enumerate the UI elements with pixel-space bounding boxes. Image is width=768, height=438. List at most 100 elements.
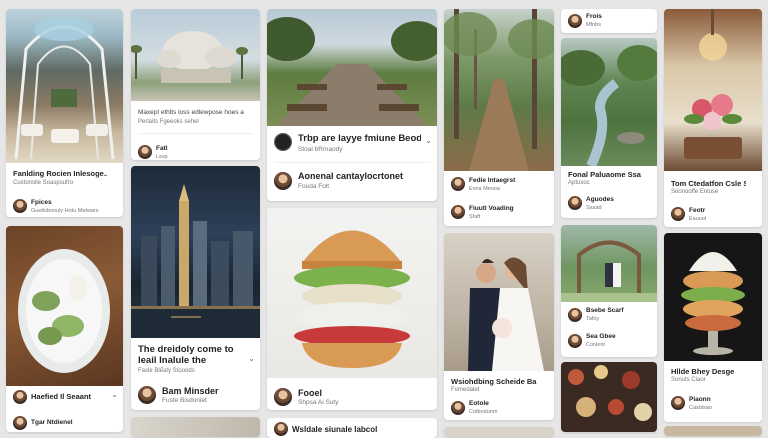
pin-title: Hllde Bhey Desge bbox=[671, 367, 735, 376]
user-name[interactable]: Wsldale siunale labcol bbox=[292, 425, 377, 434]
pin-image-stream[interactable] bbox=[561, 38, 657, 166]
avatar[interactable] bbox=[451, 401, 465, 415]
pin-card-city[interactable]: The dreidoly come to leail Inalule the c… bbox=[131, 166, 260, 410]
pin-card-partial-col3[interactable]: Wsldale siunale labcol bbox=[267, 418, 437, 438]
user-name[interactable]: Frois bbox=[586, 13, 602, 20]
pin-title: Fonal Paluaome Ssastion bbox=[568, 170, 641, 179]
avatar[interactable] bbox=[274, 172, 292, 190]
user-name[interactable]: Eotole bbox=[469, 400, 489, 407]
pin-card-path[interactable]: Fedie Intaegrst Evna Meooa Fiuutl Voadin… bbox=[444, 9, 554, 226]
user-name[interactable]: Feotr bbox=[689, 207, 705, 214]
avatar[interactable] bbox=[671, 396, 685, 410]
user-subtitle: Conlent bbox=[586, 342, 605, 348]
avatar[interactable] bbox=[13, 390, 27, 404]
pin-card-gazebo[interactable]: Bsebe Scarf Tafoy Sea Gbee Conlent bbox=[561, 225, 657, 357]
avatar[interactable] bbox=[274, 133, 292, 151]
avatar[interactable] bbox=[568, 14, 582, 28]
pin-card-charcuterie[interactable] bbox=[561, 362, 657, 432]
pin-subtitle: Soonooffe Enluse bbox=[671, 189, 719, 195]
pin-title: Trbp are layye fmiune Beoder bbox=[298, 133, 421, 144]
user-name[interactable]: Fooel bbox=[298, 388, 322, 398]
more-options-icon[interactable]: ⌄ bbox=[111, 390, 118, 399]
avatar[interactable] bbox=[568, 308, 582, 322]
avatar[interactable] bbox=[451, 205, 465, 219]
pin-title: Fanlding Rocien Inlesoge... bbox=[13, 169, 107, 178]
avatar[interactable] bbox=[13, 416, 27, 430]
user-subtitle: Guetlsboouly Hotu Metwars bbox=[31, 208, 99, 214]
pin-image-burger[interactable] bbox=[267, 208, 437, 378]
pin-subtitle: Custonslle Soaspsufro bbox=[13, 180, 74, 186]
pin-card-bouquet[interactable]: Tom Ctedatfon Csle Ssaisfy... Soonooffe … bbox=[664, 9, 762, 227]
user-subtitle: Evna Meooa bbox=[469, 186, 500, 192]
more-options-icon[interactable]: ⌄ bbox=[248, 354, 255, 363]
pin-card-hall[interactable]: Fanlding Rocien Inlesoge... Custonslle S… bbox=[6, 9, 123, 217]
pin-card-dessert[interactable]: Hllde Bhey Desge Sonuts Ciaor Piaonn Cas… bbox=[664, 233, 762, 422]
user-subtitle: Eauuol bbox=[689, 216, 707, 222]
pin-image-hall[interactable] bbox=[6, 9, 123, 163]
avatar[interactable] bbox=[671, 207, 685, 221]
avatar[interactable] bbox=[274, 388, 292, 406]
pin-subtitle: Aptuxoc bbox=[568, 180, 590, 186]
pin-image-charcuterie[interactable] bbox=[561, 362, 657, 432]
user-name[interactable]: Aguodes bbox=[586, 196, 614, 203]
avatar[interactable] bbox=[138, 386, 156, 404]
avatar[interactable] bbox=[451, 177, 465, 191]
avatar[interactable] bbox=[568, 334, 582, 348]
avatar[interactable] bbox=[138, 145, 152, 159]
user-name[interactable]: Sea Gbee bbox=[586, 333, 616, 340]
pin-image-path[interactable] bbox=[444, 9, 554, 171]
pin-card-partial-col2[interactable] bbox=[131, 417, 260, 437]
avatar[interactable] bbox=[568, 196, 582, 210]
pin-image-partial[interactable] bbox=[664, 426, 762, 436]
user-subtitle: Fuste Bisdoniet bbox=[162, 397, 207, 404]
more-options-icon[interactable]: ⌄ bbox=[425, 136, 432, 145]
path-illustration bbox=[444, 9, 554, 171]
hall-illustration bbox=[14, 17, 115, 160]
pin-card-boardwalk[interactable]: Trbp are layye fmiune Beoder ⌄ Stoal bRm… bbox=[267, 9, 437, 201]
pin-card-burger[interactable]: Fooel Shpsa Ai Suty bbox=[267, 208, 437, 410]
pin-image-city[interactable] bbox=[131, 166, 260, 338]
bouquet-illustration bbox=[684, 9, 742, 159]
pin-title: Maxepl ethlts loss edlewpose hoes aad bbox=[138, 109, 244, 116]
user-name[interactable]: Aonenal cantaylocrtonet bbox=[298, 171, 403, 181]
pin-title: Haefied Il Seaant bbox=[31, 392, 92, 401]
gazebo-illustration bbox=[561, 240, 657, 302]
pin-card-partial-col6[interactable] bbox=[664, 426, 762, 436]
burger-illustration bbox=[294, 230, 410, 368]
pin-image-dessert[interactable] bbox=[664, 233, 762, 361]
user-subtitle: Cotbodunm bbox=[469, 409, 498, 415]
user-subtitle: Casblsao bbox=[689, 405, 712, 411]
pin-image-boardwalk[interactable] bbox=[267, 9, 437, 126]
avatar[interactable] bbox=[274, 422, 288, 436]
user-subtitle: Ssaad bbox=[586, 205, 602, 211]
pin-image-food-plate[interactable] bbox=[6, 226, 123, 386]
pin-title: Tom Ctedatfon Csle Ssaisfy... bbox=[671, 179, 746, 188]
pin-image-partial[interactable] bbox=[131, 417, 260, 437]
user-name[interactable]: Fedie Intaegrst bbox=[469, 177, 515, 184]
user-subtitle: Mfnbs bbox=[586, 22, 601, 28]
pin-card-dome[interactable]: Maxepl ethlts loss edlewpose hoes aad Pe… bbox=[131, 9, 260, 160]
divider bbox=[274, 162, 430, 163]
avatar[interactable] bbox=[13, 199, 27, 213]
pin-card-profile-top[interactable]: Frois Mfnbs bbox=[561, 9, 657, 33]
user-name[interactable]: Bsebe Scarf bbox=[586, 307, 624, 314]
pin-image-wedding[interactable] bbox=[444, 233, 554, 371]
pin-card-partial-col4[interactable] bbox=[444, 427, 554, 437]
pin-card-stream[interactable]: Fonal Paluaome Ssastion Aptuxoc Aguodes … bbox=[561, 38, 657, 218]
user-name[interactable]: Fatl bbox=[156, 145, 168, 152]
user-subtitle: Sfaft bbox=[469, 214, 481, 220]
user-subtitle: Shpsa Ai Suty bbox=[298, 399, 339, 406]
user-name[interactable]: Piaonn bbox=[689, 396, 711, 403]
user-name[interactable]: Fiuutl Voading bbox=[469, 205, 514, 212]
pin-image-gazebo[interactable] bbox=[561, 225, 657, 302]
user-name[interactable]: Tgar Ntdienel bbox=[31, 419, 73, 426]
pin-image-bouquet[interactable] bbox=[664, 9, 762, 171]
pin-image-partial[interactable] bbox=[444, 427, 554, 437]
pin-image-dome[interactable] bbox=[131, 9, 260, 101]
user-subtitle: Tafoy bbox=[586, 316, 600, 322]
pin-card-food-plate[interactable]: Haefied Il Seaant ⌄ Tgar Ntdienel bbox=[6, 226, 123, 432]
user-name[interactable]: Bam Minsder bbox=[162, 386, 219, 396]
user-name[interactable]: Fpices bbox=[31, 199, 52, 206]
pin-card-wedding[interactable]: Wsiohdbing Scheide Ba Ral bq... Fomedale… bbox=[444, 233, 554, 420]
wedding-illustration bbox=[468, 257, 544, 371]
